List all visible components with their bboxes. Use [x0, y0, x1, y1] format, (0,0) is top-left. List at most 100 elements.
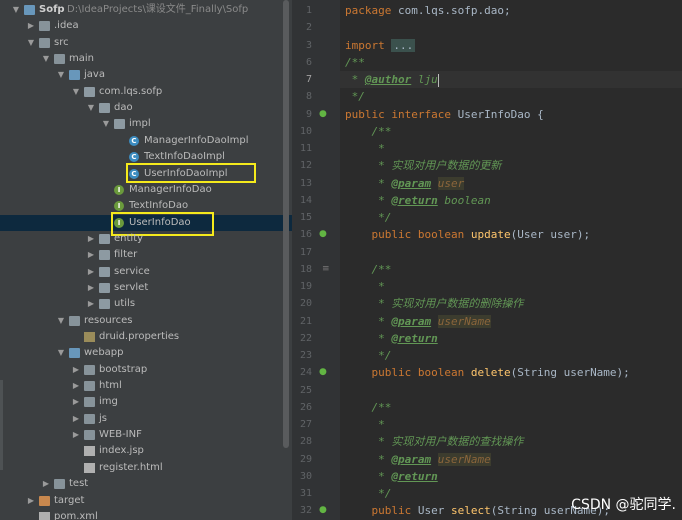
tree-node[interactable]: ▼ java	[0, 67, 292, 83]
tree-node[interactable]: ▶ utils	[0, 296, 292, 312]
chevron-down-icon[interactable]: ▼	[56, 67, 66, 83]
tree-node-label: main	[69, 53, 94, 65]
chevron-right-icon[interactable]: ▶	[86, 247, 96, 263]
chevron-right-icon[interactable]: ▶	[26, 493, 36, 509]
code-line[interactable]: import ...	[345, 37, 416, 54]
code-line[interactable]: * 实现对用户数据的更新	[345, 157, 501, 174]
chevron-right-icon[interactable]: ▶	[26, 18, 36, 34]
tree-node[interactable]: ▶ bootstrap	[0, 362, 292, 378]
tree-node[interactable]: ▼ src	[0, 35, 292, 51]
chevron-right-icon[interactable]: ▶	[71, 427, 81, 443]
code-token: *	[345, 452, 392, 466]
chevron-right-icon[interactable]: ▶	[86, 264, 96, 280]
chevron-right-icon[interactable]: ▶	[71, 378, 81, 394]
tree-node[interactable]: ▶ WEB-INF	[0, 427, 292, 443]
implemented-icon[interactable]: ●	[319, 364, 327, 381]
tree-node[interactable]: ▶ .idea	[0, 18, 292, 34]
tree-node-label: service	[114, 265, 150, 277]
code-line[interactable]: package com.lqs.sofp.dao;	[345, 2, 511, 19]
code-line[interactable]: * @param userName	[345, 451, 491, 468]
chevron-right-icon[interactable]: ▶	[71, 394, 81, 410]
code-token: *	[345, 331, 392, 345]
tree-node-label: src	[54, 36, 69, 48]
chevron-down-icon[interactable]: ▼	[56, 313, 66, 329]
code-line[interactable]: */	[345, 209, 391, 226]
code-line[interactable]: * 实现对用户数据的删除操作	[345, 295, 523, 312]
tree-node[interactable]: ▼ com.lqs.sofp	[0, 84, 292, 100]
tree-node[interactable]: ▼ main	[0, 51, 292, 67]
tree-node[interactable]: ▶ filter	[0, 247, 292, 263]
chevron-right-icon[interactable]: ▶	[86, 280, 96, 296]
code-token: lju	[411, 73, 438, 86]
chevron-down-icon[interactable]: ▼	[26, 35, 36, 51]
implemented-icon[interactable]: ●	[319, 106, 327, 123]
code-line[interactable]: */	[345, 485, 391, 502]
code-line[interactable]: /**	[345, 399, 391, 416]
tree-node-label: Sofp	[39, 4, 65, 15]
code-line[interactable]: * @return	[345, 330, 438, 347]
tree-node[interactable]: pom.xml	[0, 509, 292, 520]
code-line[interactable]: * 实现对用户数据的查找操作	[345, 433, 523, 450]
tree-node[interactable]: ▶ img	[0, 394, 292, 410]
chevron-right-icon[interactable]: ▶	[71, 411, 81, 427]
code-line[interactable]: *	[345, 140, 385, 157]
chevron-right-icon[interactable]: ▶	[41, 476, 51, 492]
code-line[interactable]: * @return	[345, 468, 438, 485]
implemented-icon[interactable]: ●	[319, 502, 327, 519]
class-icon: C	[129, 152, 139, 163]
code-line[interactable]: * @return boolean	[345, 192, 491, 209]
code-line[interactable]: /**	[345, 261, 391, 278]
tree-node[interactable]: ▼ webapp	[0, 345, 292, 361]
code-line[interactable]: *	[345, 416, 385, 433]
class-icon: C	[129, 135, 139, 146]
code-line[interactable]: public boolean update(User user);	[345, 226, 590, 243]
code-line[interactable]: *	[345, 278, 385, 295]
code-token: /**	[345, 400, 392, 414]
project-tree-scrollbar[interactable]	[283, 0, 289, 448]
chevron-down-icon[interactable]: ▼	[56, 345, 66, 361]
code-token: (User user);	[510, 228, 591, 242]
tree-node[interactable]: ▶ entity	[0, 231, 292, 247]
tree-node[interactable]: C ManagerInfoDaoImpl	[0, 133, 292, 149]
code-token: UserInfoDao {	[457, 107, 544, 121]
tree-node[interactable]: ▼ dao	[0, 100, 292, 116]
tree-node[interactable]: index.jsp	[0, 443, 292, 459]
chevron-down-icon[interactable]: ▼	[101, 116, 111, 132]
code-line[interactable]: */	[345, 88, 365, 105]
tree-node[interactable]: ▶ html	[0, 378, 292, 394]
tree-node[interactable]: ▼ Sofp D:\IdeaProjects\课设文件_Finally\Sofp	[0, 2, 292, 18]
code-line[interactable]: * @param userName	[345, 313, 491, 330]
package-icon	[99, 282, 110, 293]
tree-node[interactable]: ▶ target	[0, 493, 292, 509]
implemented-icon[interactable]: ●	[319, 226, 327, 243]
chevron-right-icon[interactable]: ▶	[86, 296, 96, 312]
tree-node[interactable]: ▶ servlet	[0, 280, 292, 296]
chevron-down-icon[interactable]: ▼	[41, 51, 51, 67]
chevron-right-icon[interactable]: ▶	[86, 231, 96, 247]
folder-icon	[84, 430, 95, 441]
code-line[interactable]: * @author lju	[345, 71, 439, 88]
chevron-down-icon[interactable]: ▼	[86, 100, 96, 116]
code-line[interactable]: public interface UserInfoDao {	[345, 106, 544, 123]
code-line[interactable]: public boolean delete(String userName);	[345, 364, 629, 381]
code-line[interactable]: * @param user	[345, 175, 465, 192]
tree-node[interactable]: ▶ service	[0, 264, 292, 280]
fold-icon[interactable]: ≡	[322, 261, 330, 278]
tree-node[interactable]: register.html	[0, 460, 292, 476]
code-token: select	[450, 504, 491, 518]
package-icon	[99, 103, 110, 114]
code-line[interactable]: /**	[345, 123, 391, 140]
tree-node[interactable]: ▶ js	[0, 411, 292, 427]
interface-icon: I	[114, 201, 124, 212]
tree-node[interactable]: ▼ resources	[0, 313, 292, 329]
tree-node[interactable]: druid.properties	[0, 329, 292, 345]
chevron-down-icon[interactable]: ▼	[11, 2, 21, 18]
code-line[interactable]: */	[345, 347, 391, 364]
tree-node[interactable]: ▼ impl	[0, 116, 292, 132]
code-line[interactable]: /**	[345, 54, 365, 71]
tree-node[interactable]: ▶ test	[0, 476, 292, 492]
chevron-down-icon[interactable]: ▼	[71, 84, 81, 100]
tree-node[interactable]: I ManagerInfoDao	[0, 182, 292, 198]
chevron-right-icon[interactable]: ▶	[71, 362, 81, 378]
